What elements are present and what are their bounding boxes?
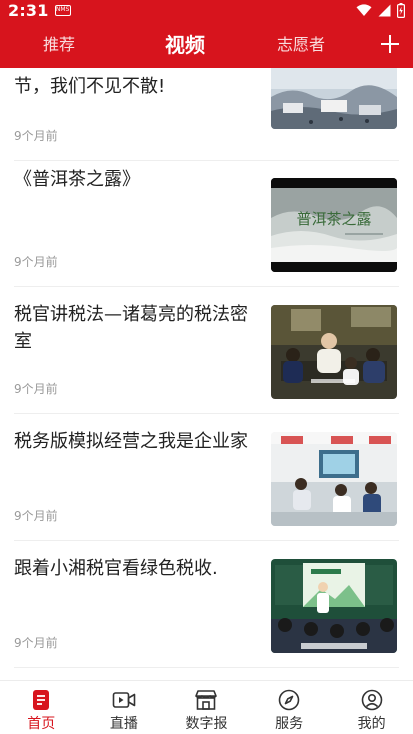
list-item[interactable]: 税务版模拟经营之我是企业家 9个月前 (14, 415, 399, 541)
compass-icon (278, 689, 300, 711)
app-header: 2:31 NMS 推荐 视频 志愿者 (0, 0, 413, 68)
item-title: 节，我们不见不散! (14, 76, 166, 97)
item-title: 税官讲税法—诸葛亮的税法密室 (14, 304, 248, 352)
nav-home[interactable]: 首页 (0, 681, 83, 734)
tab-recommend[interactable]: 推荐 (30, 22, 88, 68)
list-item[interactable]: 税官讲税法—诸葛亮的税法密室 9个月前 (14, 288, 399, 414)
nav-label: 我的 (357, 716, 386, 732)
video-thumbnail[interactable] (271, 68, 397, 129)
notification-badge: NMS (54, 4, 71, 16)
wifi-icon (356, 3, 372, 16)
video-thumbnail[interactable] (271, 559, 397, 653)
item-time: 9个月前 (14, 636, 58, 650)
video-feed: 节，我们不见不散! 9个月前 《普洱茶之露》 9个月前 普洱茶之露 税官讲税法—… (0, 68, 413, 680)
nav-label: 服务 (275, 716, 304, 732)
nav-label: 首页 (27, 716, 56, 732)
battery-icon (397, 2, 405, 18)
list-item[interactable]: 《普洱茶之露》 9个月前 普洱茶之露 (14, 161, 399, 287)
storefront-icon (195, 690, 218, 710)
status-time: 2:31 (8, 0, 49, 20)
channel-tabs: 推荐 视频 志愿者 (0, 22, 413, 68)
tab-video[interactable]: 视频 (155, 22, 215, 68)
video-camera-icon (112, 692, 136, 708)
add-channel-icon[interactable] (377, 31, 403, 57)
signal-icon (378, 4, 391, 16)
list-item[interactable]: 跟着小湘税官看绿色税收. 9个月前 (14, 542, 399, 668)
app-screen: 2:31 NMS 推荐 视频 志愿者 节，我们不见不散! 9个月前 《普洱茶之露… (0, 0, 413, 734)
nav-label: 数字报 (185, 716, 228, 732)
item-title: 跟着小湘税官看绿色税收. (14, 558, 218, 579)
nav-digital-paper[interactable]: 数字报 (165, 681, 248, 734)
video-thumbnail[interactable] (271, 432, 397, 526)
video-thumbnail[interactable] (271, 305, 397, 399)
item-time: 9个月前 (14, 129, 58, 143)
item-time: 9个月前 (14, 509, 58, 523)
nav-service[interactable]: 服务 (248, 681, 331, 734)
video-thumbnail[interactable]: 普洱茶之露 (271, 178, 397, 272)
nav-label: 直播 (109, 716, 138, 732)
nav-profile[interactable]: 我的 (330, 681, 413, 734)
item-title: 《普洱茶之露》 (14, 169, 140, 190)
tab-volunteer[interactable]: 志愿者 (268, 22, 334, 68)
list-item[interactable]: 节，我们不见不散! 9个月前 (14, 68, 399, 161)
bottom-nav: 首页 直播 数字报 服务 我的 (0, 680, 413, 734)
thumbnail-caption: 普洱茶之露 (296, 210, 371, 228)
item-time: 9个月前 (14, 255, 58, 269)
nav-live[interactable]: 直播 (83, 681, 166, 734)
status-bar: 2:31 NMS (0, 0, 413, 20)
status-icons (356, 2, 405, 18)
item-time: 9个月前 (14, 382, 58, 396)
user-circle-icon (361, 689, 382, 711)
document-icon (33, 690, 50, 710)
item-title: 税务版模拟经营之我是企业家 (14, 431, 248, 452)
